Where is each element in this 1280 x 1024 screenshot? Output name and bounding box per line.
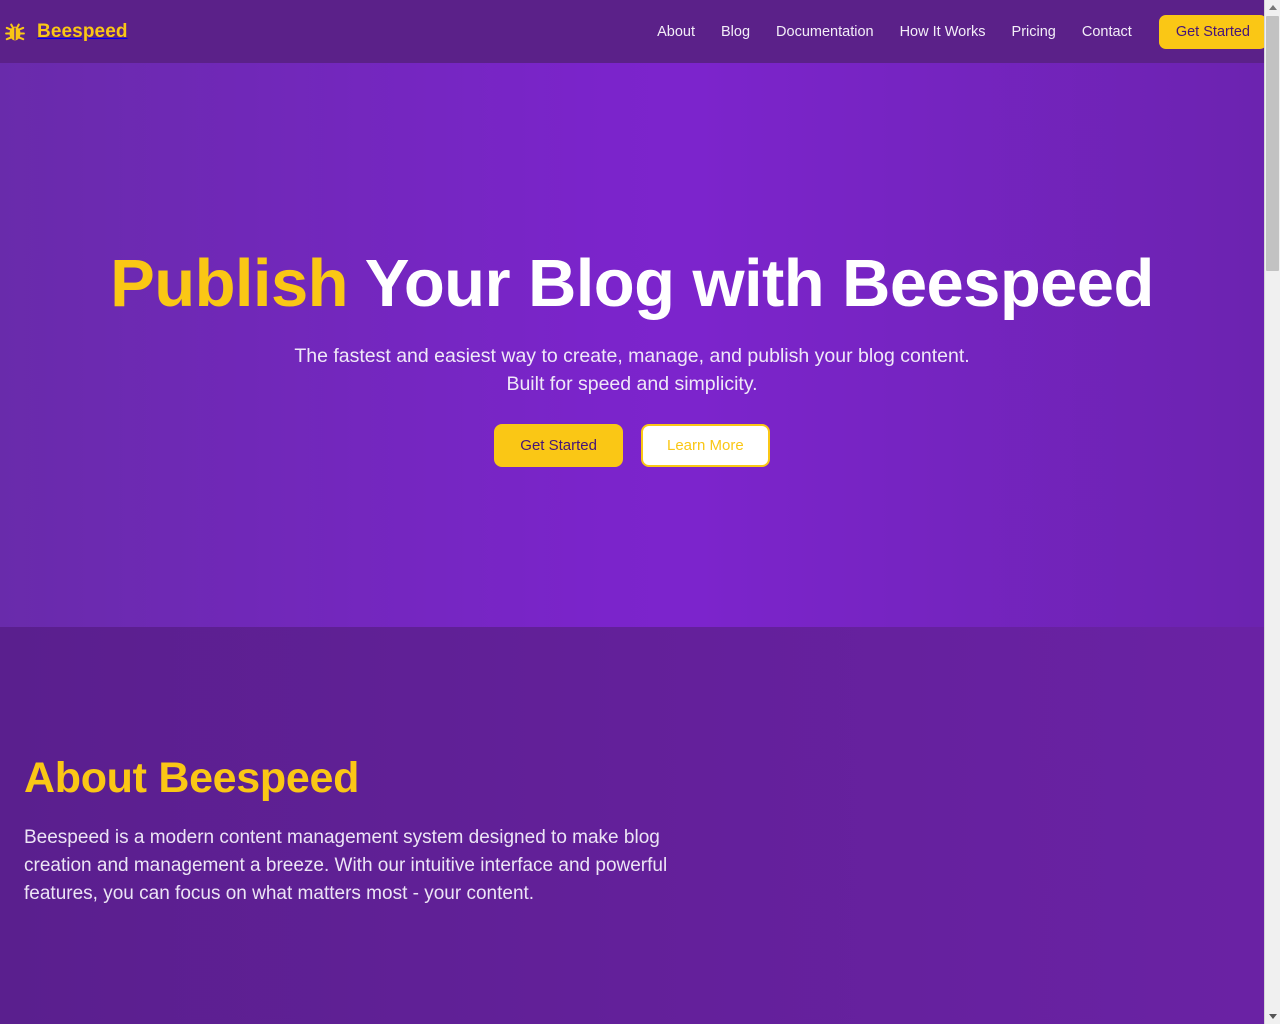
nav-item-documentation[interactable]: Documentation <box>763 18 887 46</box>
about-text-column: About Beespeed Beespeed is a modern cont… <box>0 627 720 908</box>
about-title: About Beespeed <box>24 754 360 802</box>
nav-item-blog[interactable]: Blog <box>708 18 763 46</box>
about-visual-placeholder <box>720 627 1264 887</box>
about-body: Beespeed is a modern content management … <box>24 827 668 905</box>
hero-learn-more-button[interactable]: Learn More <box>641 424 770 468</box>
hero-section: Publish Your Blog with Beespeed The fast… <box>0 63 1264 627</box>
scrollbar-thumb[interactable] <box>1266 16 1279 271</box>
brand-logo-link[interactable]: Beespeed <box>0 19 128 45</box>
page-viewport: Beespeed About Blog Documentation How It… <box>0 0 1264 1024</box>
hero-subtitle: The fastest and easiest way to create, m… <box>294 345 970 396</box>
main-navigation: About Blog Documentation How It Works Pr… <box>644 14 1264 49</box>
hero-get-started-button[interactable]: Get Started <box>494 424 623 468</box>
brand-name: Beespeed <box>37 20 128 42</box>
nav-item-how-it-works[interactable]: How It Works <box>887 18 999 46</box>
nav-item-about[interactable]: About <box>644 18 708 46</box>
about-section: About Beespeed Beespeed is a modern cont… <box>0 627 1264 1024</box>
vertical-scrollbar[interactable] <box>1264 0 1280 1024</box>
header-get-started-button[interactable]: Get Started <box>1158 14 1264 49</box>
hero-title-rest: Your Blog with Beespeed <box>347 246 1155 321</box>
hero-title-accent: Publish <box>110 246 348 321</box>
hero-title: Publish Your Blog with Beespeed <box>110 246 1155 321</box>
scrollbar-down-button[interactable] <box>1265 1009 1280 1024</box>
about-inner: About Beespeed Beespeed is a modern cont… <box>0 627 1264 908</box>
triangle-up-icon <box>1268 5 1277 10</box>
hero-actions: Get Started Learn More <box>494 424 770 468</box>
scrollbar-up-button[interactable] <box>1265 0 1280 15</box>
nav-item-pricing[interactable]: Pricing <box>999 18 1069 46</box>
site-header: Beespeed About Blog Documentation How It… <box>0 0 1264 63</box>
triangle-down-icon <box>1268 1014 1277 1019</box>
nav-item-contact[interactable]: Contact <box>1069 18 1145 46</box>
bug-icon <box>2 19 28 45</box>
